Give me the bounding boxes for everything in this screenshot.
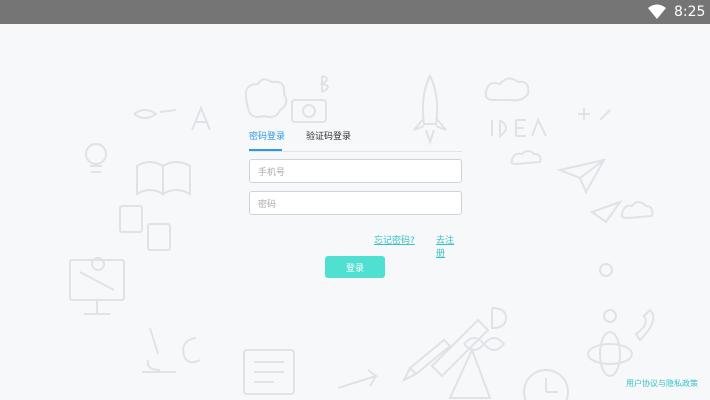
active-tab-indicator: [249, 149, 282, 151]
password-input[interactable]: [250, 195, 461, 215]
forgot-password-link[interactable]: 忘记密码?: [374, 233, 415, 246]
user-agreement-link[interactable]: 用户协议与隐私政策: [626, 378, 698, 389]
tab-code-login[interactable]: 验证码登录: [306, 131, 351, 143]
login-button[interactable]: 登录: [325, 256, 385, 278]
login-tabs: 密码登录 验证码登录: [249, 124, 462, 152]
wifi-icon: [648, 4, 666, 19]
tab-password-login[interactable]: 密码登录: [249, 131, 285, 143]
register-link[interactable]: 去注册: [436, 233, 462, 259]
phone-field: [249, 159, 462, 183]
status-time: 8:25: [674, 4, 706, 20]
login-form: 密码登录 验证码登录 忘记密码? 去注册 登录: [249, 124, 462, 284]
phone-input[interactable]: [250, 163, 461, 183]
password-field: [249, 191, 462, 215]
status-bar: 8:25: [0, 0, 710, 24]
